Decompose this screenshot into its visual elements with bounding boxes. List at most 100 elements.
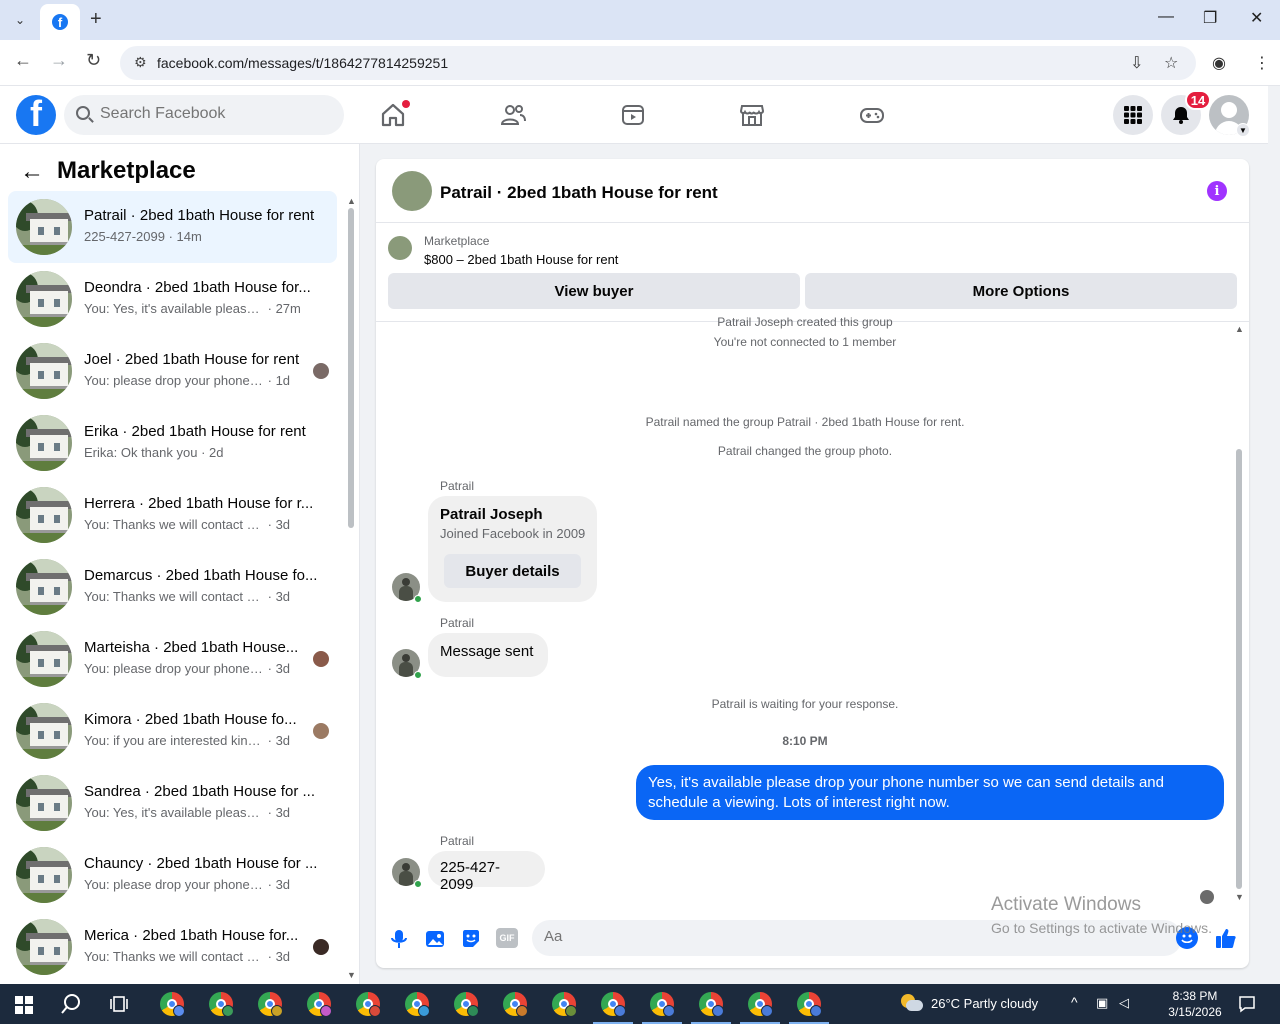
taskbar-search-icon[interactable] <box>60 993 82 1015</box>
chrome-taskbar-icon[interactable] <box>593 992 633 1024</box>
search-box[interactable] <box>64 95 344 135</box>
facebook-logo-icon[interactable]: f <box>16 95 56 135</box>
speaker-icon[interactable]: ◁ <box>1119 995 1129 1011</box>
conversation-preview: You: Thanks we will contact you so... · … <box>84 517 290 532</box>
chat-panel: Patrail · 2bed 1bath House for rent i Ma… <box>376 159 1249 968</box>
chrome-taskbar-icon[interactable] <box>789 992 829 1024</box>
photo-icon[interactable] <box>424 928 446 950</box>
scroll-down-arrow-icon[interactable]: ▼ <box>1235 892 1244 902</box>
weather-text[interactable]: 26°C Partly cloudy <box>931 996 1038 1011</box>
page-scrollbar[interactable] <box>1268 86 1280 984</box>
notification-center-icon[interactable] <box>1238 995 1256 1013</box>
menu-grid-button[interactable] <box>1113 95 1153 135</box>
buyer-details-button[interactable]: Buyer details <box>444 554 581 588</box>
chrome-taskbar-icon[interactable] <box>209 992 234 1017</box>
watermark-title: Activate Windows <box>991 894 1141 915</box>
conversation-snippet: You: Yes, it's available please drop y..… <box>84 805 264 820</box>
friends-icon[interactable] <box>499 101 527 129</box>
forward-arrow-icon[interactable]: → <box>50 50 68 71</box>
scroll-up-arrow-icon[interactable]: ▲ <box>1235 324 1244 334</box>
chrome-taskbar-icon[interactable] <box>642 992 682 1024</box>
conversation-name: Merica · 2bed 1bath House for... <box>84 927 299 944</box>
chrome-taskbar-icon[interactable] <box>160 992 185 1017</box>
conversation-item[interactable]: Sandrea · 2bed 1bath House for ... You: Y… <box>8 767 337 839</box>
chrome-taskbar-icon[interactable] <box>552 992 577 1017</box>
windows-start-icon[interactable] <box>15 996 33 1014</box>
seen-avatar <box>313 651 329 667</box>
listing-thumbnail <box>16 775 72 831</box>
tab-search-chevron-icon[interactable]: ⌄ <box>8 8 32 32</box>
back-arrow-icon[interactable]: ← <box>14 50 32 71</box>
listing-thumbnail <box>16 919 72 975</box>
chrome-taskbar-icon[interactable] <box>307 992 332 1017</box>
video-icon[interactable] <box>619 101 647 129</box>
conversation-preview: Erika: Ok thank you · 2d <box>84 445 223 460</box>
chrome-taskbar-icon[interactable] <box>454 992 479 1017</box>
conversation-preview: You: if you are interested kindly ... · … <box>84 733 290 748</box>
install-app-icon[interactable]: ⇩ <box>1130 53 1143 73</box>
chrome-taskbar-icon[interactable] <box>356 992 381 1017</box>
facebook-favicon-icon: f <box>52 14 68 30</box>
marketplace-icon[interactable] <box>738 101 766 129</box>
close-window-button[interactable]: ✕ <box>1250 8 1263 28</box>
search-input[interactable] <box>100 105 330 123</box>
listing-thumbnail <box>16 847 72 903</box>
conversation-time: 3d <box>275 661 291 676</box>
chrome-taskbar-icon[interactable] <box>740 992 780 1024</box>
separator: · <box>264 949 276 964</box>
sticker-icon[interactable] <box>460 928 482 950</box>
browser-menu-icon[interactable]: ⋮ <box>1254 53 1270 73</box>
gaming-icon[interactable] <box>858 101 886 129</box>
profile-icon[interactable]: ◉ <box>1212 53 1226 73</box>
network-icon[interactable]: ▣ <box>1096 995 1108 1011</box>
conversation-preview: You: Yes, it's available please drop y..… <box>84 805 290 820</box>
weather-icon[interactable] <box>899 992 923 1014</box>
grid-icon <box>1124 106 1142 124</box>
conversation-item[interactable]: Marteisha · 2bed 1bath House... You: plea… <box>8 623 337 695</box>
system-message-photo: Patrail changed the group photo. <box>717 444 893 458</box>
chevron-up-icon[interactable]: ^ <box>1071 994 1078 1010</box>
browser-tab-facebook[interactable]: f <box>40 4 80 40</box>
scroll-down-arrow-icon[interactable]: ▼ <box>347 970 356 980</box>
outgoing-message-bubble[interactable]: Yes, it's available please drop your pho… <box>636 765 1224 820</box>
conversation-snippet: You: please drop your phone nu... <box>84 661 264 676</box>
conversation-item[interactable]: Erika · 2bed 1bath House for rent Erika: … <box>8 407 337 479</box>
microphone-icon[interactable] <box>388 928 410 950</box>
address-bar[interactable]: ⚙ facebook.com/messages/t/18642778142592… <box>120 46 1196 80</box>
minimize-button[interactable]: — <box>1158 8 1174 26</box>
conversation-name: Patrail · 2bed 1bath House for rent <box>84 207 315 224</box>
reload-icon[interactable]: ↻ <box>86 50 101 71</box>
conversation-item[interactable]: Chauncy · 2bed 1bath House for ... You: p… <box>8 839 337 911</box>
message-bubble[interactable]: Message sent <box>428 633 548 677</box>
conversation-item[interactable]: Patrail · 2bed 1bath House for rent 225-4… <box>8 191 337 263</box>
scroll-up-arrow-icon[interactable]: ▲ <box>347 196 356 206</box>
conversation-preview: 225-427-2099 · 14m <box>84 229 202 244</box>
conversation-item[interactable]: Deondra · 2bed 1bath House for... You: Ye… <box>8 263 337 335</box>
task-view-icon[interactable] <box>110 995 128 1013</box>
new-tab-button[interactable]: + <box>90 8 102 31</box>
system-message-named: Patrail named the group Patrail · 2bed 1… <box>645 415 965 429</box>
chrome-taskbar-icon[interactable] <box>503 992 528 1017</box>
conversation-item[interactable]: Joel · 2bed 1bath House for rent You: ple… <box>8 335 337 407</box>
back-arrow-icon[interactable]: ← <box>20 158 44 186</box>
taskbar-clock[interactable]: 8:38 PM 3/15/2026 <box>1165 988 1225 1020</box>
bookmark-star-icon[interactable]: ☆ <box>1164 53 1178 73</box>
conversation-list-scrollbar[interactable] <box>348 208 354 528</box>
phone-message-bubble[interactable]: 225-427-2099 <box>428 851 545 893</box>
chat-scrollbar[interactable] <box>1236 449 1242 889</box>
thumbs-up-icon[interactable] <box>1214 926 1238 950</box>
conversation-item[interactable]: Merica · 2bed 1bath House for... You: Tha… <box>8 911 337 983</box>
site-settings-icon[interactable]: ⚙ <box>134 54 147 71</box>
chrome-taskbar-icon[interactable] <box>258 992 283 1017</box>
conversation-item[interactable]: Demarcus · 2bed 1bath House fo... You: Th… <box>8 551 337 623</box>
conversation-item[interactable]: Herrera · 2bed 1bath House for r... You: … <box>8 479 337 551</box>
chevron-down-icon[interactable]: ▼ <box>1236 123 1250 137</box>
chat-list-panel: ← Marketplace Patrail · 2bed 1bath House… <box>0 144 360 984</box>
chrome-taskbar-icon[interactable] <box>405 992 430 1017</box>
maximize-button[interactable]: ❐ <box>1203 8 1217 28</box>
sender-name: Patrail <box>440 479 475 493</box>
conversation-item[interactable]: Kimora · 2bed 1bath House fo... You: if y… <box>8 695 337 767</box>
url-text[interactable]: facebook.com/messages/t/1864277814259251 <box>157 55 448 71</box>
chrome-taskbar-icon[interactable] <box>691 992 731 1024</box>
gif-icon[interactable]: GIF <box>496 928 518 948</box>
